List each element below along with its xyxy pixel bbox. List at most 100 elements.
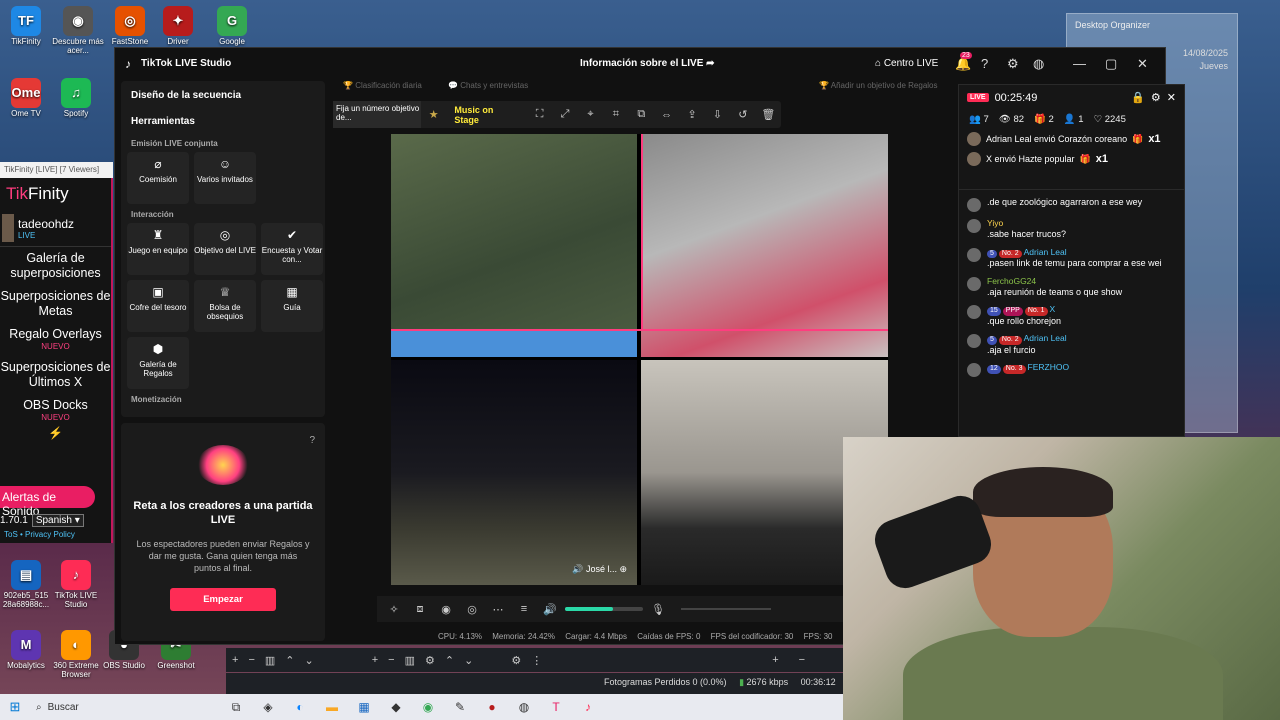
crop-icon[interactable]: ⌗ bbox=[603, 108, 628, 121]
chat-username[interactable]: Adrian Leal bbox=[1024, 247, 1067, 257]
tool-galer-a-de-regalos[interactable]: ⬢ Galería de Regalos bbox=[127, 337, 189, 389]
desktop-icon[interactable]: ✦ Driver bbox=[152, 6, 204, 47]
lock-icon[interactable]: 🔒 bbox=[1131, 91, 1145, 104]
goal-number-field[interactable]: Fija un número objetivo de... bbox=[333, 101, 422, 128]
tool-objetivo-del-live[interactable]: ◎ Objetivo del LIVE bbox=[194, 223, 256, 275]
language-select[interactable]: Spanish ▾ bbox=[31, 514, 84, 527]
app-icon[interactable]: ◆ bbox=[380, 700, 412, 714]
add-icon[interactable]: + bbox=[772, 654, 778, 666]
desktop-icon[interactable]: ◉ Descubre más acer... bbox=[52, 6, 104, 56]
chat-message[interactable]: 5 No. 2 Adrian Leal .pasen link de temu par… bbox=[959, 244, 1184, 273]
more-icon[interactable]: ⋯ bbox=[487, 603, 509, 616]
tool-gu-a[interactable]: ▦ Guía bbox=[261, 280, 323, 332]
screen-icon[interactable]: ⧈ bbox=[409, 603, 431, 616]
taskbar-search[interactable]: ⌕ Buscar bbox=[30, 694, 220, 720]
effects-icon[interactable]: ✧ bbox=[383, 603, 405, 616]
desktop-icon[interactable]: G Google bbox=[206, 6, 258, 47]
add-icon[interactable]: + bbox=[232, 654, 238, 666]
help-icon[interactable]: ? bbox=[309, 435, 315, 446]
sidebar-heading-layout[interactable]: Diseño de la secuencia bbox=[121, 81, 325, 107]
copilot-icon[interactable]: ◈ bbox=[252, 700, 284, 714]
rotate-icon[interactable]: ↺ bbox=[730, 108, 755, 121]
chat-message[interactable]: 12 No. 3 FERZHOO bbox=[959, 359, 1184, 380]
chat-message[interactable]: Yiyo .sabe hacer trucos? bbox=[959, 215, 1184, 244]
sidebar-heading-tools[interactable]: Herramientas bbox=[121, 107, 325, 133]
centro-live-button[interactable]: ⌂ Centro LIVE bbox=[875, 58, 938, 69]
filter-icon[interactable]: ▥ bbox=[265, 654, 275, 667]
chat-username[interactable]: X bbox=[1050, 304, 1056, 314]
music-on-stage-button[interactable]: Music on Stage bbox=[446, 105, 527, 125]
chat-username[interactable]: Yiyo bbox=[987, 218, 1003, 228]
remove-icon[interactable]: − bbox=[388, 654, 394, 666]
tikfinity-menu-item[interactable]: Regalo Overlays NUEVO bbox=[0, 323, 111, 356]
mixer-icon[interactable]: ≡ bbox=[513, 603, 535, 615]
tool-encuesta-y-votar-con[interactable]: ✔ Encuesta y Votar con... bbox=[261, 223, 323, 275]
chats-tab[interactable]: 💬 Chats y entrevistas bbox=[448, 81, 528, 90]
tikfinity-user[interactable]: tadeoohdz LIVE bbox=[0, 210, 111, 247]
video-cell-guest-2[interactable] bbox=[641, 134, 888, 357]
microphone-icon[interactable]: 🎙 bbox=[647, 603, 669, 616]
video-cell-guest-3[interactable]: 🔊 José l... ⊕ bbox=[391, 360, 637, 585]
daily-ranking-tab[interactable]: 🏆 Clasificación diaria bbox=[343, 81, 422, 90]
volume-slider[interactable] bbox=[565, 607, 643, 611]
add-gift-goal[interactable]: 🏆 Añadir un objetivo de Regalos bbox=[819, 81, 938, 90]
tool-varios-invitados[interactable]: ☺ Varios invitados bbox=[194, 152, 256, 204]
selection-handle[interactable] bbox=[391, 329, 637, 357]
settings-icon[interactable]: ⚙ bbox=[511, 654, 521, 667]
desktop-icon[interactable]: ◐ 360 Extreme Browser bbox=[50, 630, 102, 680]
desktop-icon[interactable]: ♫ Spotify bbox=[50, 78, 102, 119]
desktop-icon[interactable]: ♪ TikTok LIVE Studio bbox=[50, 560, 102, 610]
remove-icon[interactable]: − bbox=[248, 654, 254, 666]
chat-username[interactable]: FERZHOO bbox=[1028, 362, 1070, 372]
more-icon[interactable]: ⋮ bbox=[531, 654, 542, 667]
speaker-icon[interactable]: 🔊 bbox=[539, 603, 561, 616]
tikfinity-window-title[interactable]: TikFinity [LIVE] [7 Viewers] bbox=[0, 162, 113, 178]
down-icon[interactable]: ⌄ bbox=[305, 654, 314, 667]
tool-bolsa-de-obsequios[interactable]: ♕ Bolsa de obsequios bbox=[194, 280, 256, 332]
star-icon[interactable]: ★ bbox=[421, 108, 446, 121]
center-icon[interactable]: ⌖ bbox=[578, 108, 603, 121]
chat-message[interactable]: 5 No. 2 Adrian Leal .aja el furcio bbox=[959, 330, 1184, 359]
resize-icon[interactable]: ⤢ bbox=[552, 108, 577, 121]
maximize-icon[interactable]: ▢ bbox=[1105, 56, 1117, 72]
help-icon[interactable]: ? bbox=[981, 56, 988, 71]
tikfinity-menu-item[interactable]: OBS Docks NUEVO bbox=[0, 394, 111, 427]
chat-username[interactable]: FerchoGG24 bbox=[987, 276, 1036, 286]
windows-start-icon[interactable]: ⊞ bbox=[0, 699, 30, 715]
desktop-icon[interactable]: M Mobalytics bbox=[0, 630, 52, 671]
mic-level-slider[interactable] bbox=[681, 608, 771, 610]
live-info-title[interactable]: Información sobre el LIVE ➦ bbox=[580, 58, 715, 69]
tikfinity-icon[interactable]: T bbox=[540, 700, 572, 714]
up-icon[interactable]: ⌃ bbox=[285, 654, 294, 667]
chat-message[interactable]: .de que zoológico agarraron a ese wey bbox=[959, 194, 1184, 215]
minimize-icon[interactable]: — bbox=[1073, 56, 1086, 71]
add-icon[interactable]: + bbox=[372, 654, 378, 666]
tikfinity-menu-item[interactable]: Galería de superposiciones bbox=[0, 247, 111, 285]
avatar-icon[interactable]: ◍ bbox=[1033, 56, 1044, 72]
desktop-icon[interactable]: TF TikFinity bbox=[0, 6, 52, 47]
trash-icon[interactable]: 🗑 bbox=[756, 108, 781, 121]
chat-message[interactable]: FerchoGG24 .aja reunión de teams o que sh… bbox=[959, 273, 1184, 302]
settings-icon[interactable]: ⚙ bbox=[1151, 91, 1161, 104]
copy-icon[interactable]: ⧉ bbox=[629, 108, 654, 121]
obs-icon[interactable]: ◍ bbox=[508, 700, 540, 714]
tos-links[interactable]: ToS • Privacy Policy bbox=[4, 530, 75, 539]
store-icon[interactable]: ▦ bbox=[348, 700, 380, 714]
up-icon[interactable]: ⌃ bbox=[445, 654, 454, 667]
sound-alerts-button[interactable]: Alertas de Sonido bbox=[0, 486, 95, 518]
close-icon[interactable]: ✕ bbox=[1167, 91, 1176, 104]
layer-down-icon[interactable]: ⇩ bbox=[705, 108, 730, 121]
close-icon[interactable]: ✕ bbox=[1137, 56, 1148, 72]
explorer-icon[interactable]: ▬ bbox=[316, 700, 348, 714]
gear-icon[interactable]: ⚙ bbox=[425, 654, 435, 667]
edge-icon[interactable]: ◐ bbox=[284, 700, 316, 714]
filter-icon[interactable]: ▥ bbox=[405, 654, 415, 667]
remove-icon[interactable]: − bbox=[799, 654, 805, 666]
start-button[interactable]: Empezar bbox=[170, 588, 276, 612]
tiktok-icon[interactable]: ♪ bbox=[572, 700, 604, 714]
tool-juego-en-equipo[interactable]: ♜ Juego en equipo bbox=[127, 223, 189, 275]
desktop-icon[interactable]: Ome Ome TV bbox=[0, 78, 52, 119]
gear-icon[interactable]: ⚙ bbox=[1007, 56, 1019, 72]
tool-cofre-del-tesoro[interactable]: ▣ Cofre del tesoro bbox=[127, 280, 189, 332]
flip-icon[interactable]: ⇔ bbox=[654, 109, 679, 121]
